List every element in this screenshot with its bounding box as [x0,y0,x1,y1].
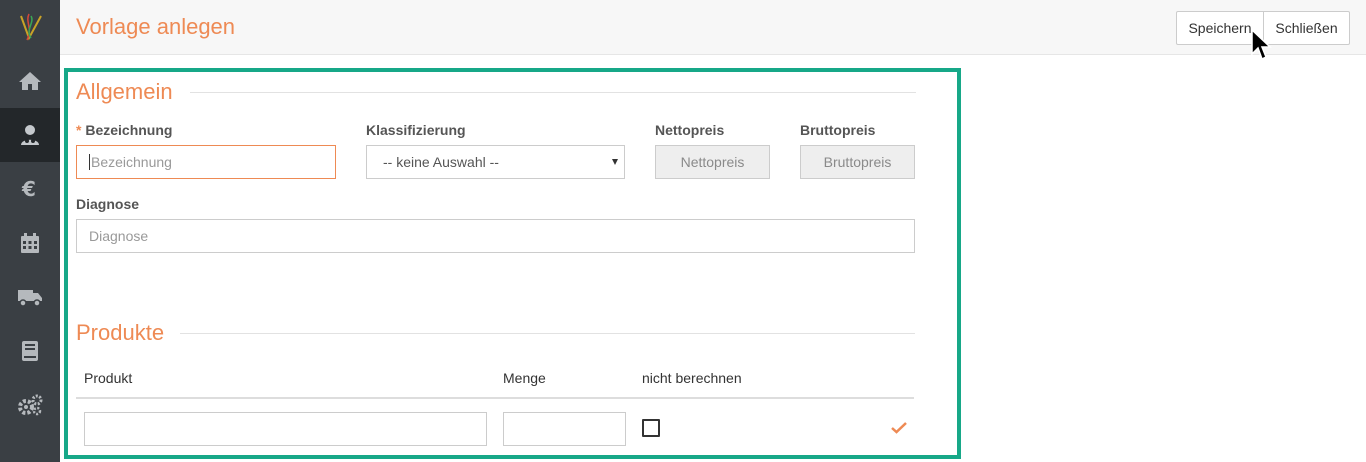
sidebar-item-finance[interactable]: € [0,162,60,216]
bezeichnung-label-text: Bezeichnung [85,122,173,138]
home-icon [19,72,41,90]
klassifizierung-label: Klassifizierung [366,122,466,138]
sidebar-item-catalog[interactable] [0,324,60,378]
klassifizierung-select[interactable]: -- keine Auswahl -- [366,145,625,179]
bezeichnung-placeholder: Bezeichnung [91,154,172,170]
diagnose-placeholder: Diagnose [89,228,149,244]
book-icon [22,341,38,361]
section-divider [180,333,915,334]
euro-icon: € [21,178,36,200]
dropdown-arrow-icon [612,159,618,165]
patient-icon [21,125,39,145]
sidebar-item-delivery[interactable] [0,270,60,324]
sidebar-item-home[interactable] [0,54,60,108]
section-divider [190,92,916,93]
klassifizierung-value: -- keine Auswahl -- [383,154,499,170]
menge-input[interactable] [503,412,626,446]
nettopreis-label: Nettopreis [655,122,725,138]
app-logo[interactable] [0,0,60,54]
section-title-products: Produkte [76,320,177,346]
nicht-berechnen-checkbox[interactable] [642,419,660,437]
column-header-nicht-berechnen: nicht berechnen [642,370,742,386]
sidebar-item-calendar[interactable] [0,216,60,270]
diagnose-label: Diagnose [76,196,140,212]
truck-icon [18,290,42,307]
diagnose-input[interactable]: Diagnose [76,219,915,253]
sidebar: € [0,0,60,462]
section-title-general: Allgemein [76,79,185,105]
page-header: Vorlage anlegen Speichern Schließen [60,0,1366,55]
bruttopreis-input: Bruttopreis [800,145,915,179]
calendar-icon [21,233,39,253]
sidebar-item-patients[interactable] [0,108,60,162]
page-title: Vorlage anlegen [76,14,236,39]
nettopreis-input: Nettopreis [655,145,770,179]
confirm-check-icon[interactable] [891,421,907,434]
svg-text:€: € [21,178,36,200]
bruttopreis-label: Bruttopreis [800,122,876,138]
gears-icon [18,394,43,416]
mouse-cursor-icon [1251,28,1272,61]
bezeichnung-label: * Bezeichnung [76,122,172,138]
column-header-menge: Menge [503,370,546,386]
close-button[interactable]: Schließen [1263,11,1350,45]
table-header-divider [76,397,914,399]
produkt-input[interactable] [84,412,487,446]
required-marker: * [76,122,82,138]
bezeichnung-input[interactable]: Bezeichnung [76,145,336,179]
text-caret [89,154,90,170]
logo-icon [20,13,42,41]
column-header-produkt: Produkt [84,370,133,386]
sidebar-item-settings[interactable] [0,378,60,432]
